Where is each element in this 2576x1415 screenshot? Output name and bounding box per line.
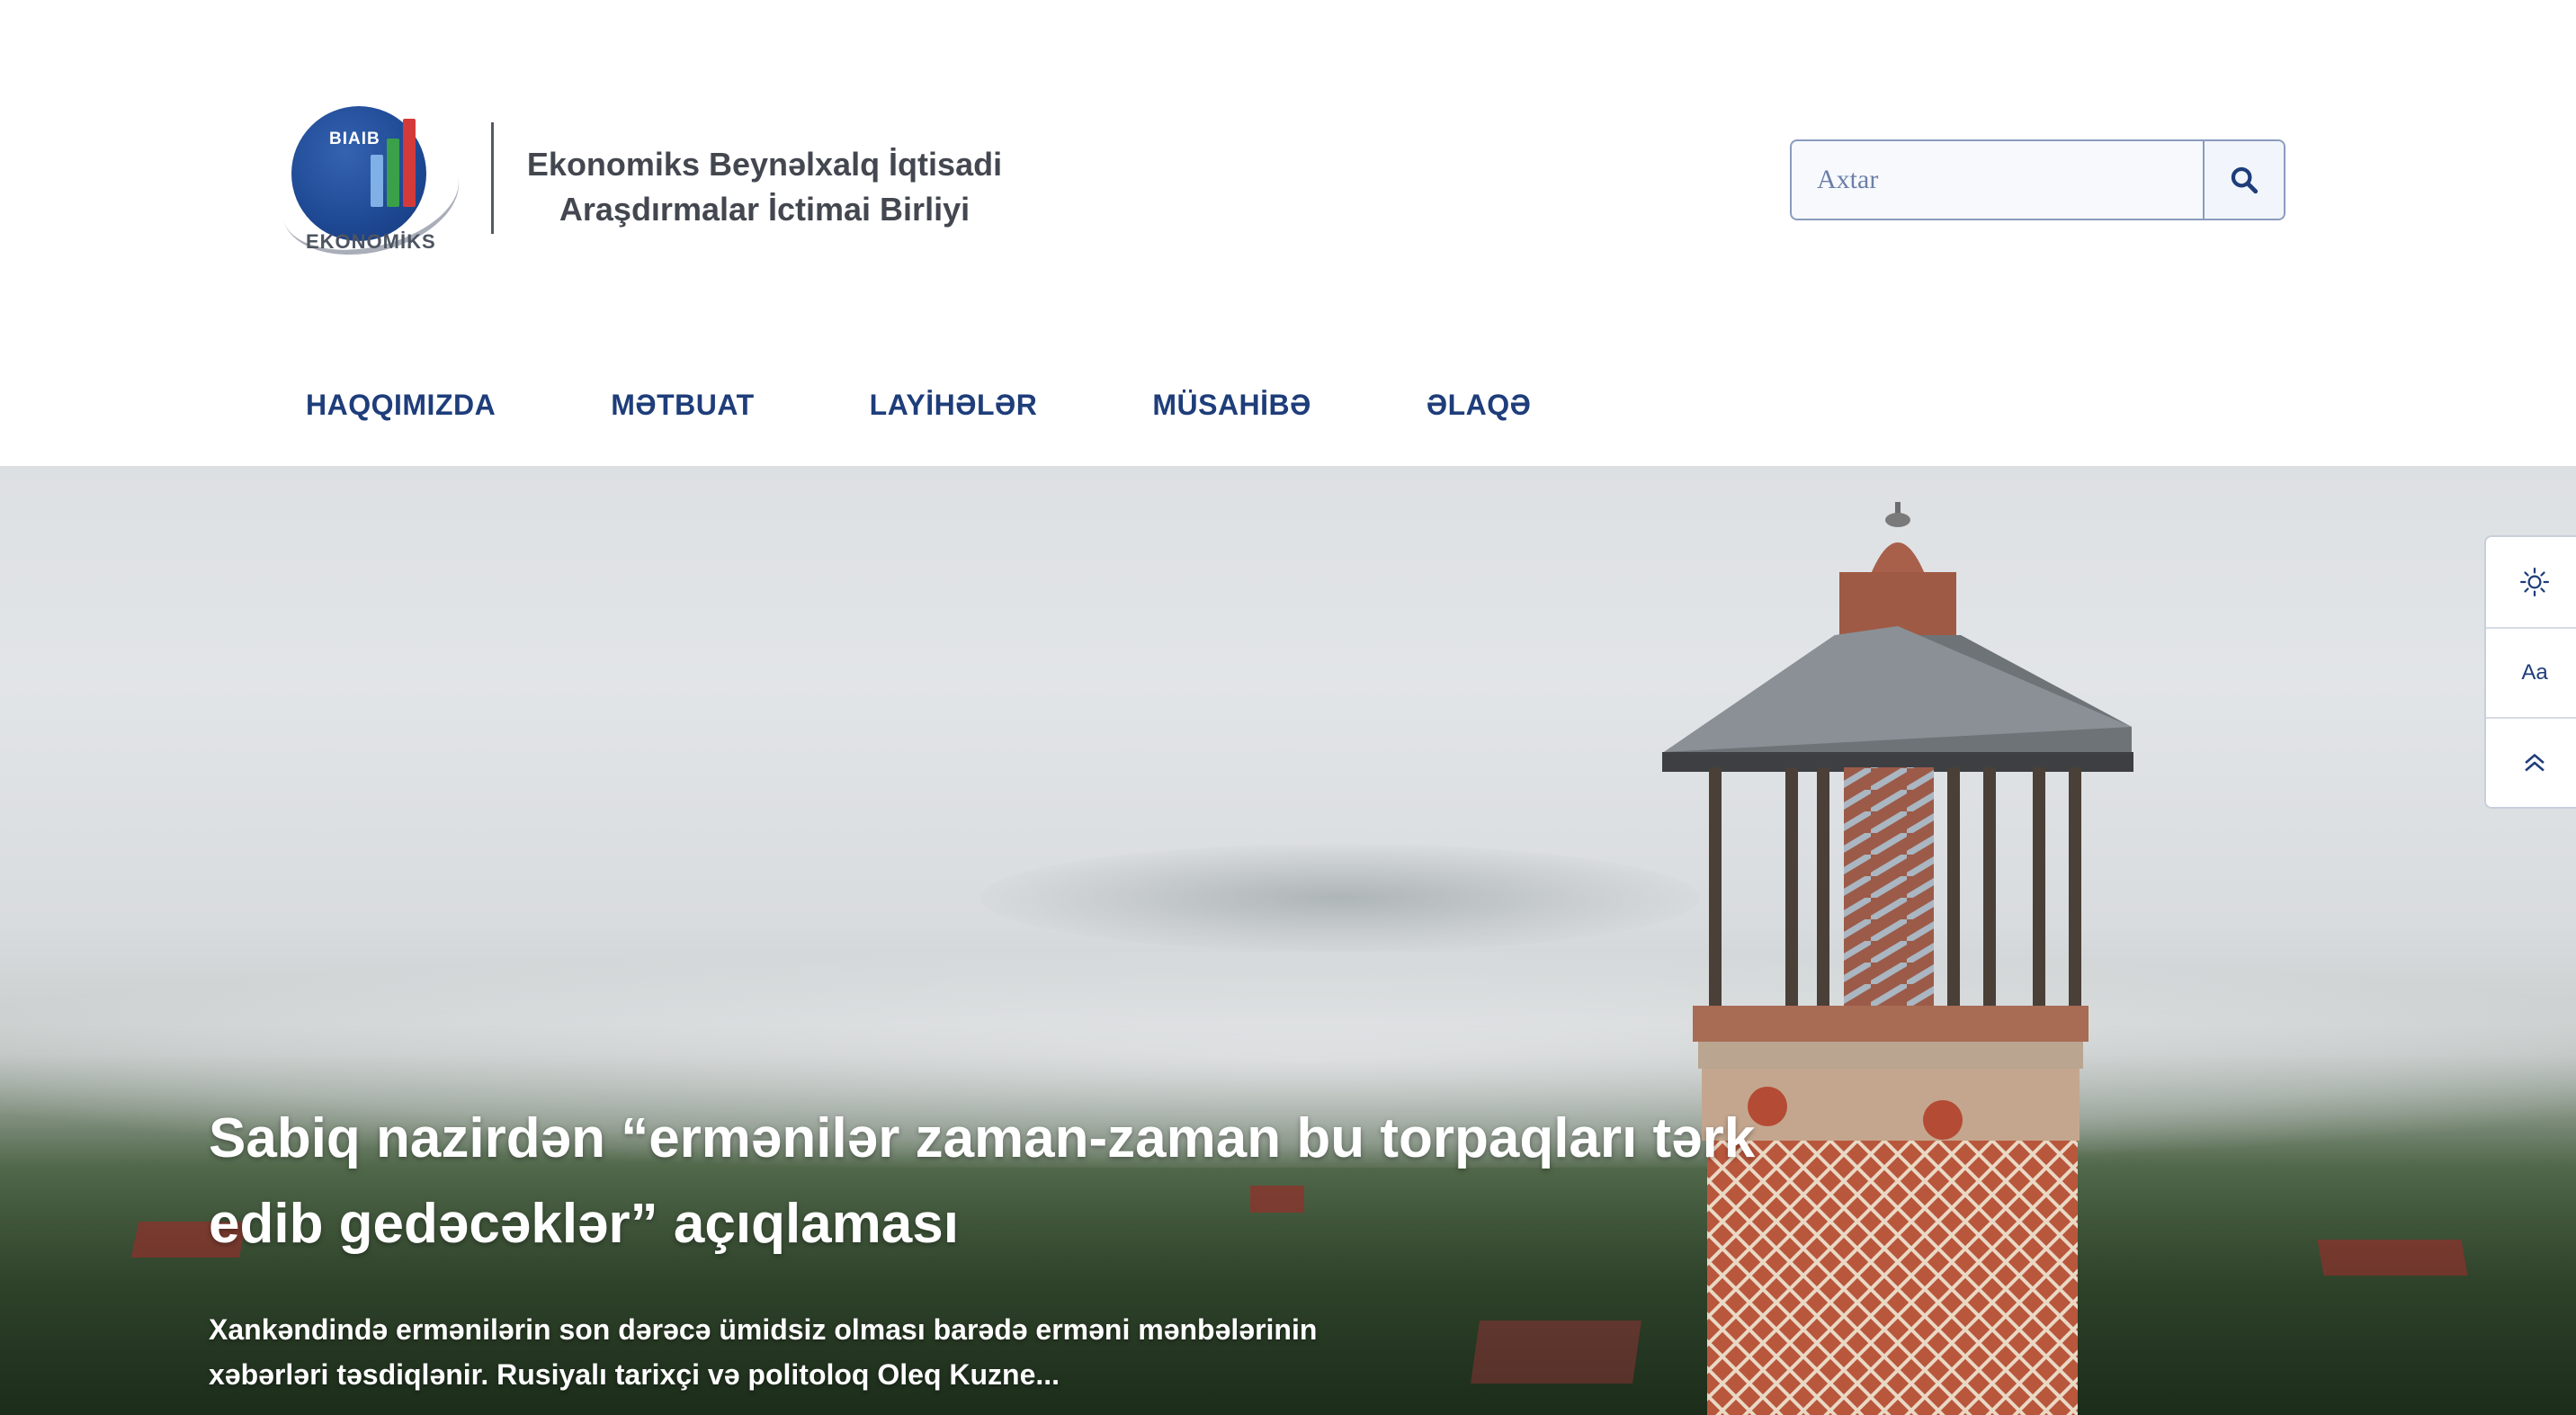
site-header: BIAIB EKONOMİKS Ekonomiks Beynəlxalq İqt…: [0, 0, 2576, 466]
nav-item-metbuat[interactable]: MƏTBUAT: [611, 389, 754, 422]
nav-item-musahibe[interactable]: MÜSAHİBƏ: [1152, 389, 1311, 422]
logo-bar-light: [371, 155, 383, 207]
theme-toggle-button[interactable]: [2486, 537, 2576, 627]
nav-item-haqqimizda[interactable]: HAQQIMIZDA: [306, 389, 496, 422]
logo-bar-red: [403, 119, 416, 207]
hero-minaret: [1662, 502, 2133, 1415]
logo-bar-green: [387, 139, 399, 207]
main-nav: HAQQIMIZDA MƏTBUAT LAYİHƏLƏR MÜSAHİBƏ ƏL…: [306, 389, 1531, 422]
hero-title[interactable]: Sabiq nazirdən “ermənilər zaman-zaman bu…: [209, 1096, 1792, 1267]
organization-name: Ekonomiks Beynəlxalq İqtisadi Araşdırmal…: [526, 146, 1003, 228]
site-logo[interactable]: BIAIB EKONOMİKS: [270, 99, 493, 273]
font-size-button[interactable]: Aa: [2486, 627, 2576, 717]
nav-item-elaqe[interactable]: ƏLAQƏ: [1427, 389, 1532, 422]
chevron-double-up-icon: [2525, 754, 2545, 772]
sun-icon: [2519, 567, 2550, 597]
logo-wordmark: EKONOMİKS: [306, 230, 436, 253]
font-size-label: Aa: [2521, 660, 2548, 685]
hero-description: Xankəndində ermənilərin son dərəcə ümids…: [209, 1313, 1318, 1391]
logo-divider: [491, 122, 494, 234]
accessibility-toolbar: Aa: [2484, 535, 2576, 809]
search-icon: [2231, 166, 2258, 194]
search-box: [1790, 139, 2285, 220]
hero-banner[interactable]: Sabiq nazirdən “ermənilər zaman-zaman bu…: [0, 466, 2576, 1415]
logo-abbreviation: BIAIB: [329, 130, 380, 148]
search-button[interactable]: [2203, 141, 2284, 219]
scroll-top-button[interactable]: [2486, 717, 2576, 807]
search-input[interactable]: [1792, 141, 2203, 219]
nav-item-layiheler[interactable]: LAYİHƏLƏR: [870, 389, 1038, 422]
hero-hill: [980, 844, 1700, 952]
